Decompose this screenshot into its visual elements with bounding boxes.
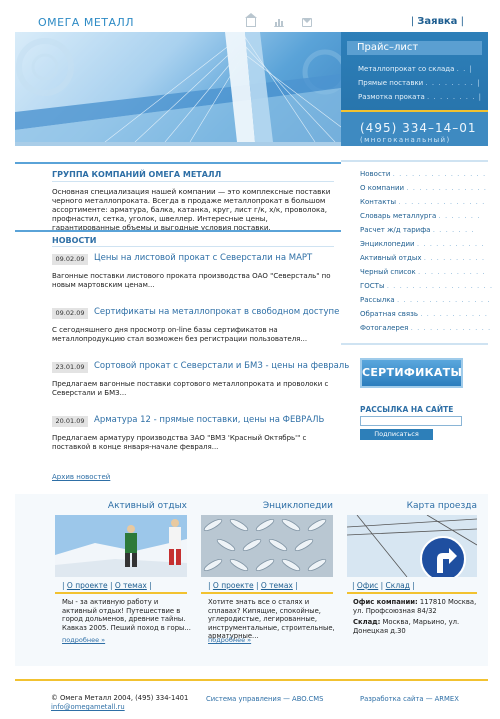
metal-plate-image: [201, 515, 333, 577]
active-rest-more-link[interactable]: подробнее »: [62, 636, 105, 644]
news-date: 09.02.09: [52, 308, 88, 319]
price-link-stock[interactable]: Металлопрокат со склада . . |: [358, 65, 473, 73]
footer-dev-link[interactable]: Разработка сайта — ARMEX: [360, 695, 459, 703]
menu-item-dictionary[interactable]: Словарь металлурга . . . . . . .: [360, 212, 480, 220]
menu-bottom-divider: [341, 343, 488, 345]
footer-copyright: © Омега Металл 2004, (495) 334-1401 info…: [51, 694, 189, 712]
phone-number: (495) 334–14–01: [360, 121, 477, 135]
active-rest-title[interactable]: Активный отдых: [55, 501, 187, 511]
encyclopedia-more-link[interactable]: подробнее »: [208, 636, 251, 644]
price-link-direct[interactable]: Прямые поставки . . . . . . . . |: [358, 79, 480, 87]
news-title-link[interactable]: Арматура 12 - прямые поставки, цены на Ф…: [94, 415, 324, 425]
news-underline: [52, 246, 334, 247]
price-list-title: Прайс–лист: [347, 41, 482, 55]
about-text: Основная специализация нашей компании — …: [52, 187, 331, 232]
mailing-label: РАССЫЛКА НА САЙТЕ: [360, 405, 454, 414]
news-date: 20.01.09: [52, 416, 88, 427]
menu-item-feedback[interactable]: Обратная связь . . . . . . . . . . .: [360, 310, 488, 318]
active-rest-tabs: | О проекте | О темах |: [62, 581, 152, 590]
road-sign-image: [347, 515, 477, 577]
tab-about-project[interactable]: О проекте: [67, 581, 108, 590]
warehouse-address: Склад: Москва, Марьино, ул. Донецкая д.3…: [353, 618, 460, 635]
office-address: Офис компании: 117810 Москва, ул. Профсо…: [353, 598, 477, 615]
about-heading: ГРУППА КОМПАНИЙ ОМЕГА МЕТАЛЛ: [52, 170, 222, 179]
news-heading: НОВОСТИ: [52, 236, 97, 245]
tabs-underline: [55, 592, 187, 594]
home-icon[interactable]: [245, 13, 257, 27]
news-divider: [15, 230, 341, 232]
top-bar: ОМЕГА МЕТАЛЛ | Заявка |: [0, 0, 500, 32]
news-date: 23.01.09: [52, 362, 88, 373]
bridge-image: [15, 32, 341, 142]
sitemap-icon[interactable]: [274, 18, 284, 27]
footer-email-link[interactable]: info@omegametall.ru: [51, 703, 188, 712]
news-title-link[interactable]: Сортовой прокат с Северстали и БМЗ - цен…: [94, 361, 349, 371]
menu-item-blacklist[interactable]: Черный список . . . . . . . . . . .: [360, 268, 486, 276]
menu-item-gallery[interactable]: Фотогалерея . . . . . . . . . . . . .: [360, 324, 491, 332]
footer-cms-link[interactable]: Система управления — ABO.CMS: [206, 695, 323, 703]
menu-item-active-rest[interactable]: Активный отдых . . . . . . . . . .: [360, 254, 485, 262]
news-archive-link[interactable]: Архив новостей: [52, 473, 110, 481]
banner-underline: [15, 142, 341, 146]
tabs-underline: [347, 592, 477, 594]
certificates-button[interactable]: СЕРТИФИКАТЫ: [360, 358, 463, 388]
tab-about-topics[interactable]: О темах: [261, 581, 293, 590]
request-link[interactable]: | Заявка |: [411, 16, 464, 27]
price-link-unwinding[interactable]: Размотка проката . . . . . . . . |: [358, 93, 482, 101]
tab-about-project[interactable]: О проекте: [213, 581, 254, 590]
encyclopedia-text: Хотите знать все о сталях и сплавах? Кип…: [208, 598, 335, 640]
menu-item-about[interactable]: О компании . . . . . . . . . . . . .: [360, 184, 487, 192]
news-text: Предлагаем арматуру производства ЗАО "ВМ…: [52, 434, 307, 451]
phone-caption: (многоканальный): [360, 136, 451, 144]
tab-about-topics[interactable]: О темах: [115, 581, 147, 590]
news-text: Вагонные поставки листового проката прои…: [52, 272, 331, 289]
map-tabs: | Офис | Склад |: [352, 581, 415, 590]
about-underline: [52, 181, 334, 182]
section-divider: [15, 162, 341, 164]
menu-item-rail-tariff[interactable]: Расчет ж/д тарифа . . . . . . .: [360, 226, 475, 234]
menu-top-divider: [341, 160, 488, 162]
subscribe-button[interactable]: Подписаться: [360, 429, 433, 440]
news-date: 09.02.09: [52, 254, 88, 265]
menu-item-encyclopedia[interactable]: Энциклопедии . . . . . . . . . . .: [360, 240, 485, 248]
skiers-image: [55, 515, 187, 577]
mailing-email-input[interactable]: [360, 416, 462, 426]
news-title-link[interactable]: Цены на листовой прокат с Северстали на …: [94, 253, 312, 263]
menu-item-mailing[interactable]: Рассылка . . . . . . . . . . . . . . .: [360, 296, 491, 304]
tab-office[interactable]: Офис: [357, 581, 378, 590]
tabs-underline: [201, 592, 333, 594]
encyclopedia-title[interactable]: Энциклопедии: [201, 501, 333, 511]
menu-item-gost[interactable]: ГОСТы . . . . . . . . . . . . . . . . .: [360, 282, 493, 290]
active-rest-text: Мы - за активную работу и активный отдых…: [62, 598, 191, 632]
footer-accent-line: [15, 679, 488, 681]
page: ОМЕГА МЕТАЛЛ | Заявка | Прайс–лист Метал…: [0, 0, 500, 719]
encyclopedia-tabs: | О проекте | О темах |: [208, 581, 298, 590]
mail-icon[interactable]: [302, 18, 312, 27]
news-text: Предлагаем вагонные поставки сортового м…: [52, 380, 329, 397]
site-logo[interactable]: ОМЕГА МЕТАЛЛ: [38, 16, 134, 29]
news-text: С сегодняшнего дня просмотр on-line базы…: [52, 326, 308, 343]
map-title[interactable]: Карта проезда: [347, 501, 477, 511]
top-icons: [245, 13, 312, 27]
menu-item-contacts[interactable]: Контакты . . . . . . . . . . . . . .: [360, 198, 485, 206]
news-title-link[interactable]: Сертификаты на металлопрокат в свободном…: [94, 307, 339, 317]
tab-warehouse[interactable]: Склад: [386, 581, 410, 590]
menu-item-news[interactable]: Новости . . . . . . . . . . . . . . .: [360, 170, 486, 178]
